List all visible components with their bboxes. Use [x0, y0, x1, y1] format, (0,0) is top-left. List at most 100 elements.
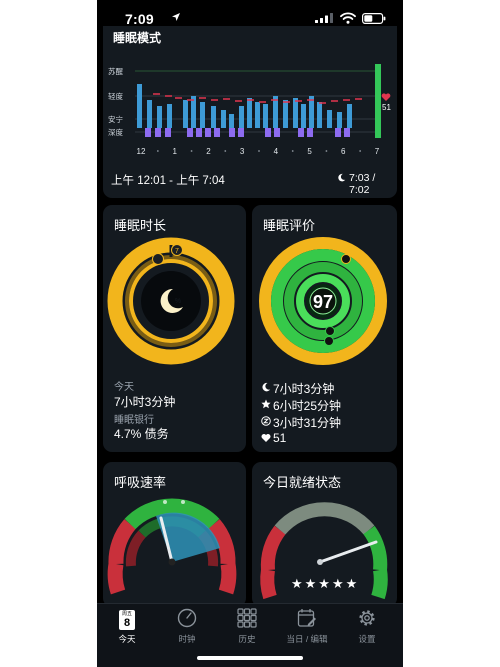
deep-sleep-block — [155, 128, 161, 137]
calendar-date: 8 — [123, 617, 131, 629]
duration-ring-marker: 7 — [175, 248, 179, 255]
sleep-pattern-card[interactable]: 睡眠模式 苏醒 轻度 安宁 深度 51 12 1 2 3 4 5 6 7 上午 12:01 - 上午 7… — [103, 26, 397, 198]
duration-center-symbol: % — [175, 298, 181, 305]
moon-icon — [338, 173, 346, 182]
deep-sleep-block — [298, 128, 304, 137]
activity-bar — [273, 96, 278, 128]
hour-tick-label: 5 — [307, 147, 312, 156]
bed-time-text: 7:03 / 7:02 — [349, 172, 376, 196]
activity-bar — [239, 106, 244, 128]
sleep-duration-ring: 7 % — [107, 237, 235, 365]
deep-sleep-block — [274, 128, 280, 137]
hour-tick-label: 1 — [172, 147, 177, 156]
readiness-stars: ★★★★★ — [291, 576, 360, 591]
activity-bar — [200, 102, 205, 128]
sleep-bank-value: 4.7% 债务 — [114, 427, 169, 441]
hour-tick-label: 3 — [240, 147, 245, 156]
hour-tick-dot — [156, 150, 159, 152]
hour-tick-dot — [359, 150, 362, 152]
tab-today-label: 今天 — [118, 634, 136, 644]
deep-sleep-block — [145, 128, 151, 137]
activity-bar — [191, 96, 196, 128]
activity-bar — [337, 112, 342, 128]
awake-bar — [375, 64, 381, 138]
sleep-bank-label: 睡眠银行 — [114, 415, 154, 426]
rating-deep-duration: 3小时31分钟 — [273, 416, 342, 430]
tab-clock[interactable]: 时钟 — [157, 608, 217, 648]
sleep-duration-card[interactable]: 睡眠时长 7 % 今天 7小时3分钟 睡眠银行 4.7% 债务 — [103, 205, 246, 452]
deep-sleep-block — [229, 128, 235, 137]
today-duration: 7小时3分钟 — [114, 395, 176, 409]
hour-tick-dot — [258, 150, 260, 152]
moon-icon — [262, 382, 271, 392]
deep-sleep-block — [187, 128, 193, 137]
activity-bar — [221, 110, 226, 128]
hour-tick-dot — [325, 150, 328, 152]
hour-tick-label: 2 — [206, 147, 211, 156]
deep-sleep-block — [214, 128, 220, 137]
activity-bar — [283, 100, 288, 128]
activity-bar — [137, 84, 142, 128]
activity-bar — [327, 110, 332, 128]
hour-tick-label: 7 — [375, 147, 380, 156]
deep-sleep-z-icon — [261, 416, 271, 426]
today-label: 今天 — [114, 382, 134, 393]
stage-label: 安宁 — [108, 114, 123, 124]
respiratory-rate-card[interactable]: 呼吸速率 — [103, 462, 246, 607]
activity-bar — [247, 98, 252, 128]
respiratory-rate-gauge — [107, 498, 237, 595]
readiness-card[interactable]: 今日就绪状态 ★★★★★ — [252, 462, 397, 607]
heart-rate-value: 51 — [382, 103, 391, 112]
activity-bar — [301, 104, 306, 128]
rating-quality-duration: 6小时25分钟 — [273, 399, 342, 413]
rating-total-duration: 7小时3分钟 — [273, 382, 335, 396]
hour-tick-label: 4 — [274, 147, 279, 156]
tab-day-edit[interactable]: 当日 / 编辑 — [277, 608, 337, 648]
sleep-rating-rings: 97 — [259, 237, 387, 365]
deep-sleep-block — [205, 128, 211, 137]
activity-bar — [167, 104, 172, 128]
wifi-icon — [340, 12, 356, 24]
heart-icon — [261, 434, 271, 442]
tab-history[interactable]: 历史 — [217, 608, 277, 648]
phone-screen: 7:09 睡眠模式 苏醒 轻度 安宁 深度 51 12 1 2 3 4 5 6 7 上午 12:01 -… — [97, 0, 403, 667]
activity-bar — [255, 102, 260, 128]
activity-bar — [347, 104, 352, 128]
deep-sleep-block — [307, 128, 313, 137]
activity-bar — [309, 96, 314, 128]
calendar-day-icon: 周五 8 — [119, 610, 135, 630]
sleep-time-range: 上午 12:01 - 上午 7:04 — [111, 175, 225, 187]
rating-heart-rate: 51 — [273, 431, 287, 445]
stage-label: 苏醒 — [108, 66, 123, 76]
tab-settings-label: 设置 — [358, 634, 376, 644]
activity-bar — [183, 100, 188, 128]
deep-sleep-block — [238, 128, 244, 137]
tab-today[interactable]: 周五 8 今天 — [97, 608, 157, 648]
heart-rate-marker — [381, 93, 391, 101]
sleep-score: 97 — [313, 292, 333, 312]
deep-sleep-block — [165, 128, 171, 137]
deep-sleep-block — [344, 128, 350, 137]
activity-bar — [147, 100, 152, 128]
activity-bar — [263, 104, 268, 128]
tab-settings[interactable]: 设置 — [337, 608, 397, 648]
gear-icon — [359, 610, 375, 626]
stage-label: 轻度 — [108, 91, 123, 101]
sleep-rating-card[interactable]: 睡眠评价 97 7小时3分钟 6小时25分钟 3小时31分钟 51 — [252, 205, 397, 452]
home-indicator — [197, 656, 303, 660]
battery-icon — [362, 13, 386, 24]
activity-bar — [229, 114, 234, 128]
grid-history-icon — [237, 608, 257, 628]
star-icon — [261, 399, 271, 409]
calendar-edit-icon — [297, 609, 316, 627]
hour-tick-label: 6 — [341, 147, 346, 156]
activity-bar — [157, 106, 162, 128]
location-arrow-icon — [172, 13, 180, 21]
activity-bar — [317, 102, 322, 128]
deep-sleep-block — [265, 128, 271, 137]
deep-sleep-block — [196, 128, 202, 137]
activity-bar — [293, 98, 298, 128]
clock-icon — [177, 608, 197, 628]
status-time: 7:09 — [125, 11, 154, 27]
activity-bar — [211, 106, 216, 128]
